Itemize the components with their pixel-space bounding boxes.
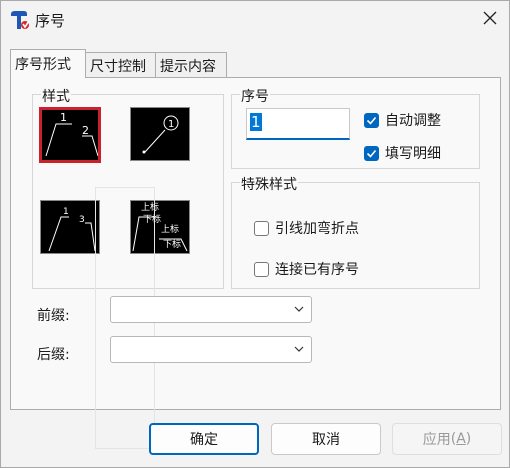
number-input-value: 1 <box>250 113 262 131</box>
style-3-label-a: 1 <box>63 207 69 217</box>
apply-mnemonic: A <box>456 431 466 447</box>
cancel-button[interactable]: 取消 <box>271 423 381 455</box>
auto-adjust-label: 自动调整 <box>385 113 441 129</box>
close-button[interactable] <box>475 5 505 35</box>
dialog-window: 序号 序号形式 尺寸控制 提示内容 样式 1 2 1 1 3 上标 下标 上标 … <box>0 0 510 468</box>
cancel-button-label: 取消 <box>312 432 340 448</box>
ok-button-label: 确定 <box>190 432 218 448</box>
style-3-label-b: 3 <box>79 215 85 225</box>
style-option-1[interactable]: 1 2 <box>39 107 101 163</box>
style-option-2[interactable]: 1 <box>130 107 190 161</box>
tab-number-format[interactable]: 序号形式 <box>10 49 86 78</box>
style-4-sub-a: 下标 <box>143 213 161 225</box>
chevron-down-icon <box>293 343 305 359</box>
connect-existing-checkbox[interactable]: 连接已有序号 <box>254 259 359 279</box>
style-1-label-b: 2 <box>82 124 89 137</box>
close-icon <box>483 11 497 29</box>
title-bar: 序号 <box>1 1 509 39</box>
window-title: 序号 <box>35 12 66 30</box>
ok-button[interactable]: 确定 <box>149 423 259 455</box>
app-logo-icon <box>9 10 31 30</box>
style-option-3[interactable]: 1 3 <box>40 200 100 254</box>
style-group-legend: 样式 <box>41 86 71 106</box>
prefix-dropdown[interactable] <box>110 296 312 323</box>
style-2-label: 1 <box>168 119 174 130</box>
style-1-label-a: 1 <box>60 111 67 124</box>
apply-button-label: 应用 <box>422 432 451 448</box>
style-4-sup-b: 上标 <box>161 223 179 235</box>
suffix-dropdown[interactable] <box>110 336 312 363</box>
auto-adjust-checkbox[interactable]: 自动调整 <box>364 110 441 130</box>
style-option-4[interactable]: 上标 下标 上标 下标 <box>130 200 190 254</box>
leader-bend-label: 引线加弯折点 <box>275 221 359 237</box>
chevron-down-icon <box>293 303 305 319</box>
leader-bend-box <box>254 220 269 236</box>
number-group-legend: 序号 <box>240 86 270 106</box>
fill-detail-check-icon <box>364 145 379 161</box>
connect-existing-label: 连接已有序号 <box>275 262 359 278</box>
special-style-legend: 特殊样式 <box>240 174 298 194</box>
style-4-sub-b: 下标 <box>163 238 181 250</box>
tab-prompt-content[interactable]: 提示内容 <box>155 52 227 77</box>
fill-detail-label: 填写明细 <box>385 146 441 162</box>
number-input[interactable]: 1 <box>246 108 350 140</box>
prefix-label: 前缀: <box>37 308 70 324</box>
leader-bend-checkbox[interactable]: 引线加弯折点 <box>254 218 359 238</box>
style-4-sup-a: 上标 <box>141 201 159 213</box>
tab-size-control[interactable]: 尺寸控制 <box>85 52 156 77</box>
apply-button[interactable]: 应用(A) <box>392 423 502 455</box>
fill-detail-checkbox[interactable]: 填写明细 <box>364 143 441 163</box>
suffix-label: 后缀: <box>37 347 70 363</box>
auto-adjust-check-icon <box>364 112 379 128</box>
connect-existing-box <box>254 261 269 277</box>
